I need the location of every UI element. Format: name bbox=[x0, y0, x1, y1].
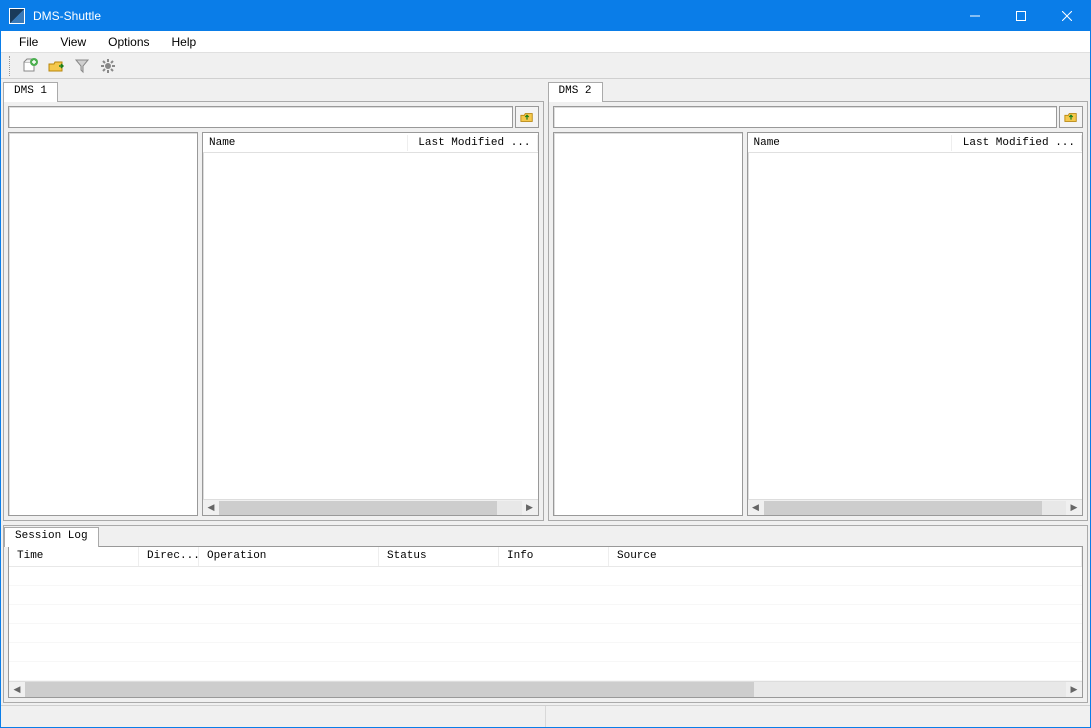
log-col-source[interactable]: Source bbox=[609, 547, 1082, 566]
right-list-body[interactable] bbox=[748, 153, 1083, 499]
menu-help[interactable]: Help bbox=[162, 33, 207, 51]
menu-bar: File View Options Help bbox=[1, 31, 1090, 53]
right-panel: DMS 2 Name Last Modified ... bbox=[548, 81, 1089, 521]
main-area: DMS 1 Name Last Modified ... bbox=[1, 79, 1090, 705]
status-right bbox=[546, 706, 1090, 727]
right-up-button[interactable] bbox=[1059, 106, 1083, 128]
right-file-list[interactable]: Name Last Modified ... ◀ ▶ bbox=[747, 132, 1084, 516]
right-col-name[interactable]: Name bbox=[748, 135, 953, 151]
right-col-modified[interactable]: Last Modified ... bbox=[952, 135, 1082, 151]
window-controls bbox=[952, 1, 1090, 31]
left-path-input[interactable] bbox=[8, 106, 513, 128]
left-panel: DMS 1 Name Last Modified ... bbox=[3, 81, 544, 521]
scroll-right-icon[interactable]: ▶ bbox=[522, 500, 538, 516]
left-up-button[interactable] bbox=[515, 106, 539, 128]
right-tab-strip: DMS 2 bbox=[548, 81, 1089, 101]
log-col-direction[interactable]: Direc... bbox=[139, 547, 199, 566]
left-tab[interactable]: DMS 1 bbox=[3, 82, 58, 102]
session-log-tab[interactable]: Session Log bbox=[4, 527, 99, 547]
new-connection-button[interactable] bbox=[19, 55, 41, 77]
app-icon bbox=[9, 8, 25, 24]
scroll-left-icon[interactable]: ◀ bbox=[203, 500, 219, 516]
left-file-list[interactable]: Name Last Modified ... ◀ ▶ bbox=[202, 132, 539, 516]
log-col-time[interactable]: Time bbox=[9, 547, 139, 566]
dual-panels: DMS 1 Name Last Modified ... bbox=[3, 81, 1088, 521]
log-header: Time Direc... Operation Status Info Sour… bbox=[9, 547, 1082, 567]
status-left bbox=[1, 706, 546, 727]
session-log-body: Time Direc... Operation Status Info Sour… bbox=[8, 546, 1083, 698]
log-rows[interactable] bbox=[9, 567, 1082, 681]
scroll-right-icon[interactable]: ▶ bbox=[1066, 682, 1082, 697]
left-col-modified[interactable]: Last Modified ... bbox=[408, 135, 538, 151]
minimize-button[interactable] bbox=[952, 1, 998, 31]
menu-view[interactable]: View bbox=[50, 33, 96, 51]
log-tab-strip: Session Log bbox=[4, 526, 1087, 546]
log-col-status[interactable]: Status bbox=[379, 547, 499, 566]
log-hscrollbar[interactable]: ◀ ▶ bbox=[9, 681, 1082, 697]
log-col-operation[interactable]: Operation bbox=[199, 547, 379, 566]
left-panel-body: Name Last Modified ... ◀ ▶ bbox=[3, 101, 544, 521]
scroll-right-icon[interactable]: ▶ bbox=[1066, 500, 1082, 516]
left-list-header: Name Last Modified ... bbox=[203, 133, 538, 153]
left-tab-strip: DMS 1 bbox=[3, 81, 544, 101]
connect-button[interactable] bbox=[45, 55, 67, 77]
maximize-button[interactable] bbox=[998, 1, 1044, 31]
scroll-thumb[interactable] bbox=[764, 501, 1042, 515]
scroll-left-icon[interactable]: ◀ bbox=[748, 500, 764, 516]
left-split: Name Last Modified ... ◀ ▶ bbox=[8, 132, 539, 516]
settings-button[interactable] bbox=[97, 55, 119, 77]
right-tab[interactable]: DMS 2 bbox=[548, 82, 603, 102]
left-path-row bbox=[8, 106, 539, 128]
scroll-left-icon[interactable]: ◀ bbox=[9, 682, 25, 697]
menu-file[interactable]: File bbox=[9, 33, 48, 51]
right-path-input[interactable] bbox=[553, 106, 1058, 128]
right-split: Name Last Modified ... ◀ ▶ bbox=[553, 132, 1084, 516]
right-path-row bbox=[553, 106, 1084, 128]
scroll-thumb[interactable] bbox=[25, 682, 754, 697]
session-log-section: Session Log Time Direc... Operation Stat… bbox=[3, 525, 1088, 703]
menu-options[interactable]: Options bbox=[98, 33, 159, 51]
filter-button[interactable] bbox=[71, 55, 93, 77]
left-hscrollbar[interactable]: ◀ ▶ bbox=[203, 499, 538, 515]
toolbar-grip bbox=[9, 56, 13, 76]
status-bar bbox=[1, 705, 1090, 727]
right-tree[interactable] bbox=[553, 132, 743, 516]
window-title: DMS-Shuttle bbox=[33, 9, 952, 23]
right-panel-body: Name Last Modified ... ◀ ▶ bbox=[548, 101, 1089, 521]
title-bar: DMS-Shuttle bbox=[1, 1, 1090, 31]
scroll-thumb[interactable] bbox=[219, 501, 497, 515]
log-col-info[interactable]: Info bbox=[499, 547, 609, 566]
left-col-name[interactable]: Name bbox=[203, 135, 408, 151]
close-button[interactable] bbox=[1044, 1, 1090, 31]
right-list-header: Name Last Modified ... bbox=[748, 133, 1083, 153]
right-hscrollbar[interactable]: ◀ ▶ bbox=[748, 499, 1083, 515]
left-tree[interactable] bbox=[8, 132, 198, 516]
toolbar bbox=[1, 53, 1090, 79]
left-list-body[interactable] bbox=[203, 153, 538, 499]
